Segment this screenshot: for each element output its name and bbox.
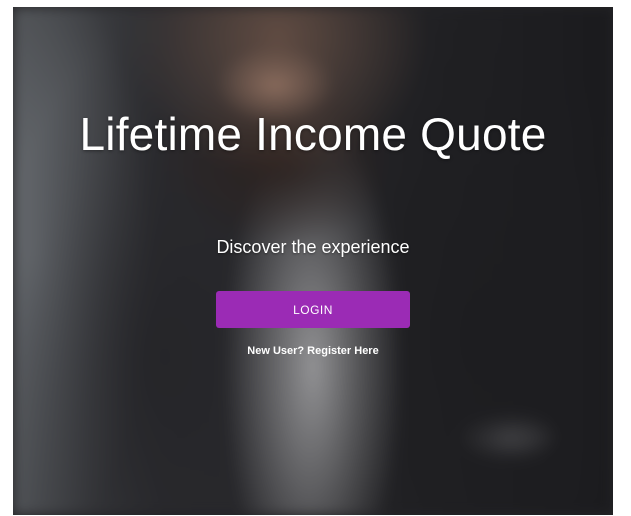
register-link[interactable]: New User? Register Here <box>247 345 378 357</box>
page-title: Lifetime Income Quote <box>79 108 547 160</box>
login-button[interactable]: LOGIN <box>216 291 410 328</box>
hero-content: Lifetime Income Quote Discover the exper… <box>13 7 613 515</box>
hero-section: Lifetime Income Quote Discover the exper… <box>13 7 613 515</box>
page-subtitle: Discover the experience <box>216 237 410 257</box>
